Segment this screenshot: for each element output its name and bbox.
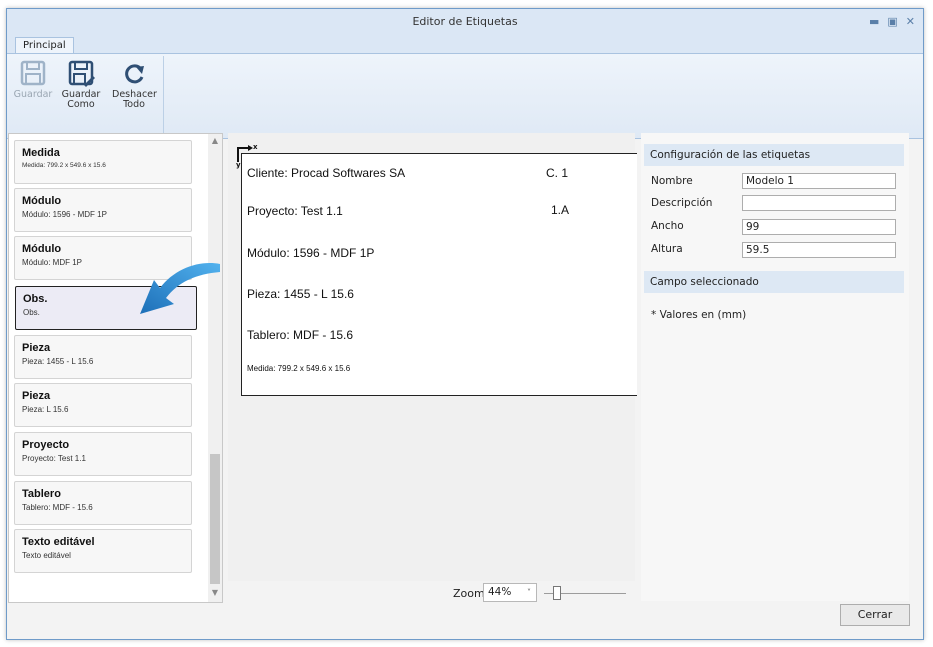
pointer-arrow-icon <box>140 263 220 314</box>
save-as-icon <box>66 58 96 88</box>
label-field-proyecto[interactable]: Proyecto: Test 1.1 <box>247 204 343 218</box>
zoom-value: 44% <box>488 586 512 598</box>
ribbon-tabstrip: Principal <box>7 35 923 54</box>
list-scrollbar[interactable]: ▲ ▼ <box>208 134 222 602</box>
scrollbar-thumb[interactable] <box>210 454 220 584</box>
list-item[interactable]: Pieza Pieza: 1455 - L 15.6 <box>14 335 192 379</box>
list-item-subtitle: Tablero: MDF - 15.6 <box>22 503 93 512</box>
maximize-icon[interactable]: ▣ <box>887 9 897 35</box>
config-header: Configuración de las etiquetas <box>644 144 904 166</box>
undo-all-button[interactable]: Deshacer Todo <box>109 58 159 110</box>
list-item-subtitle: Proyecto: Test 1.1 <box>22 454 86 463</box>
list-item[interactable]: Texto editável Texto editável <box>14 529 192 573</box>
list-item-subtitle: Texto editável <box>22 551 71 560</box>
chevron-down-icon: ˅ <box>527 588 531 597</box>
origin-x-label: x <box>253 143 258 151</box>
label-field-medida[interactable]: Medida: 799.2 x 549.6 x 15.6 <box>247 364 350 373</box>
label-field-1a[interactable]: 1.A <box>551 203 569 217</box>
label-field-tablero[interactable]: Tablero: MDF - 15.6 <box>247 328 353 342</box>
altura-field[interactable]: 59.5 <box>742 242 896 258</box>
label-canvas[interactable]: x y Cliente: Procad Softwares SA C. 1 Pr… <box>228 133 637 581</box>
label-field-modulo[interactable]: Módulo: 1596 - MDF 1P <box>247 246 374 260</box>
descripcion-field[interactable] <box>742 195 896 211</box>
save-as-button-label: Guardar Como <box>61 89 101 110</box>
zoom-select[interactable]: 44% ˅ <box>483 583 537 602</box>
list-item[interactable]: Proyecto Proyecto: Test 1.1 <box>14 432 192 476</box>
descripcion-label: Descripción <box>651 197 713 209</box>
label-field-pieza[interactable]: Pieza: 1455 - L 15.6 <box>247 287 354 301</box>
save-button[interactable]: Guardar <box>13 58 53 100</box>
ancho-field[interactable]: 99 <box>742 219 896 235</box>
save-icon <box>18 58 48 88</box>
undo-all-icon <box>119 58 149 88</box>
zoom-slider-thumb[interactable] <box>553 586 561 600</box>
close-button[interactable]: Cerrar <box>840 604 910 626</box>
zoom-bar: Zoom 44% ˅ <box>228 582 635 604</box>
list-item-title: Texto editável <box>22 536 95 548</box>
undo-all-button-label: Deshacer Todo <box>112 89 157 110</box>
ribbon: Guardar Guardar Como Deshacer Todo <box>7 53 923 139</box>
label-field-c1[interactable]: C. 1 <box>546 166 568 180</box>
scroll-down-icon[interactable]: ▼ <box>208 588 222 597</box>
list-item-title: Módulo <box>22 243 62 255</box>
config-panel: Configuración de las etiquetas Nombre Mo… <box>641 133 909 601</box>
fields-list: Medida Medida: 799.2 x 549.6 x 15.6 Módu… <box>8 133 223 603</box>
window-title: Editor de Etiquetas <box>412 15 518 28</box>
list-item-title: Módulo <box>22 195 62 207</box>
list-item[interactable]: Medida Medida: 799.2 x 549.6 x 15.6 <box>14 140 192 184</box>
title-bar: Editor de Etiquetas ▬ ▣ ✕ <box>7 9 923 35</box>
origin-y-label: y <box>236 161 241 169</box>
ribbon-group-file: Guardar Guardar Como Deshacer Todo <box>11 56 164 136</box>
window-controls: ▬ ▣ ✕ <box>869 9 915 35</box>
list-item[interactable]: Módulo Módulo: 1596 - MDF 1P <box>14 188 192 232</box>
list-item-title: Medida <box>22 147 60 159</box>
zoom-label: Zoom <box>453 587 485 600</box>
minimize-icon[interactable]: ▬ <box>869 9 879 35</box>
selected-field-header: Campo seleccionado <box>644 271 904 293</box>
save-button-label: Guardar <box>13 89 53 100</box>
label-field-cliente[interactable]: Cliente: Procad Softwares SA <box>247 166 405 180</box>
save-as-button[interactable]: Guardar Como <box>59 58 103 110</box>
list-item-subtitle: Pieza: 1455 - L 15.6 <box>22 357 94 366</box>
ancho-label: Ancho <box>651 220 684 232</box>
list-item-title: Tablero <box>22 488 61 500</box>
list-item-subtitle: Módulo: 1596 - MDF 1P <box>22 210 107 219</box>
list-item-title: Pieza <box>22 390 51 402</box>
list-item-title: Proyecto <box>22 439 70 451</box>
nombre-field[interactable]: Modelo 1 <box>742 173 896 189</box>
label-preview[interactable]: Cliente: Procad Softwares SA C. 1 Proyec… <box>241 153 637 396</box>
list-item-subtitle: Pieza: L 15.6 <box>22 405 69 414</box>
units-note: * Valores en (mm) <box>651 309 747 321</box>
tab-principal[interactable]: Principal <box>15 37 74 54</box>
nombre-label: Nombre <box>651 175 693 187</box>
close-icon[interactable]: ✕ <box>906 9 915 35</box>
list-item[interactable]: Tablero Tablero: MDF - 15.6 <box>14 481 192 525</box>
list-item[interactable]: Pieza Pieza: L 15.6 <box>14 383 192 427</box>
list-item-title: Pieza <box>22 342 51 354</box>
altura-label: Altura <box>651 243 683 255</box>
list-item-subtitle: Medida: 799.2 x 549.6 x 15.6 <box>22 162 106 169</box>
scroll-up-icon[interactable]: ▲ <box>208 136 222 145</box>
